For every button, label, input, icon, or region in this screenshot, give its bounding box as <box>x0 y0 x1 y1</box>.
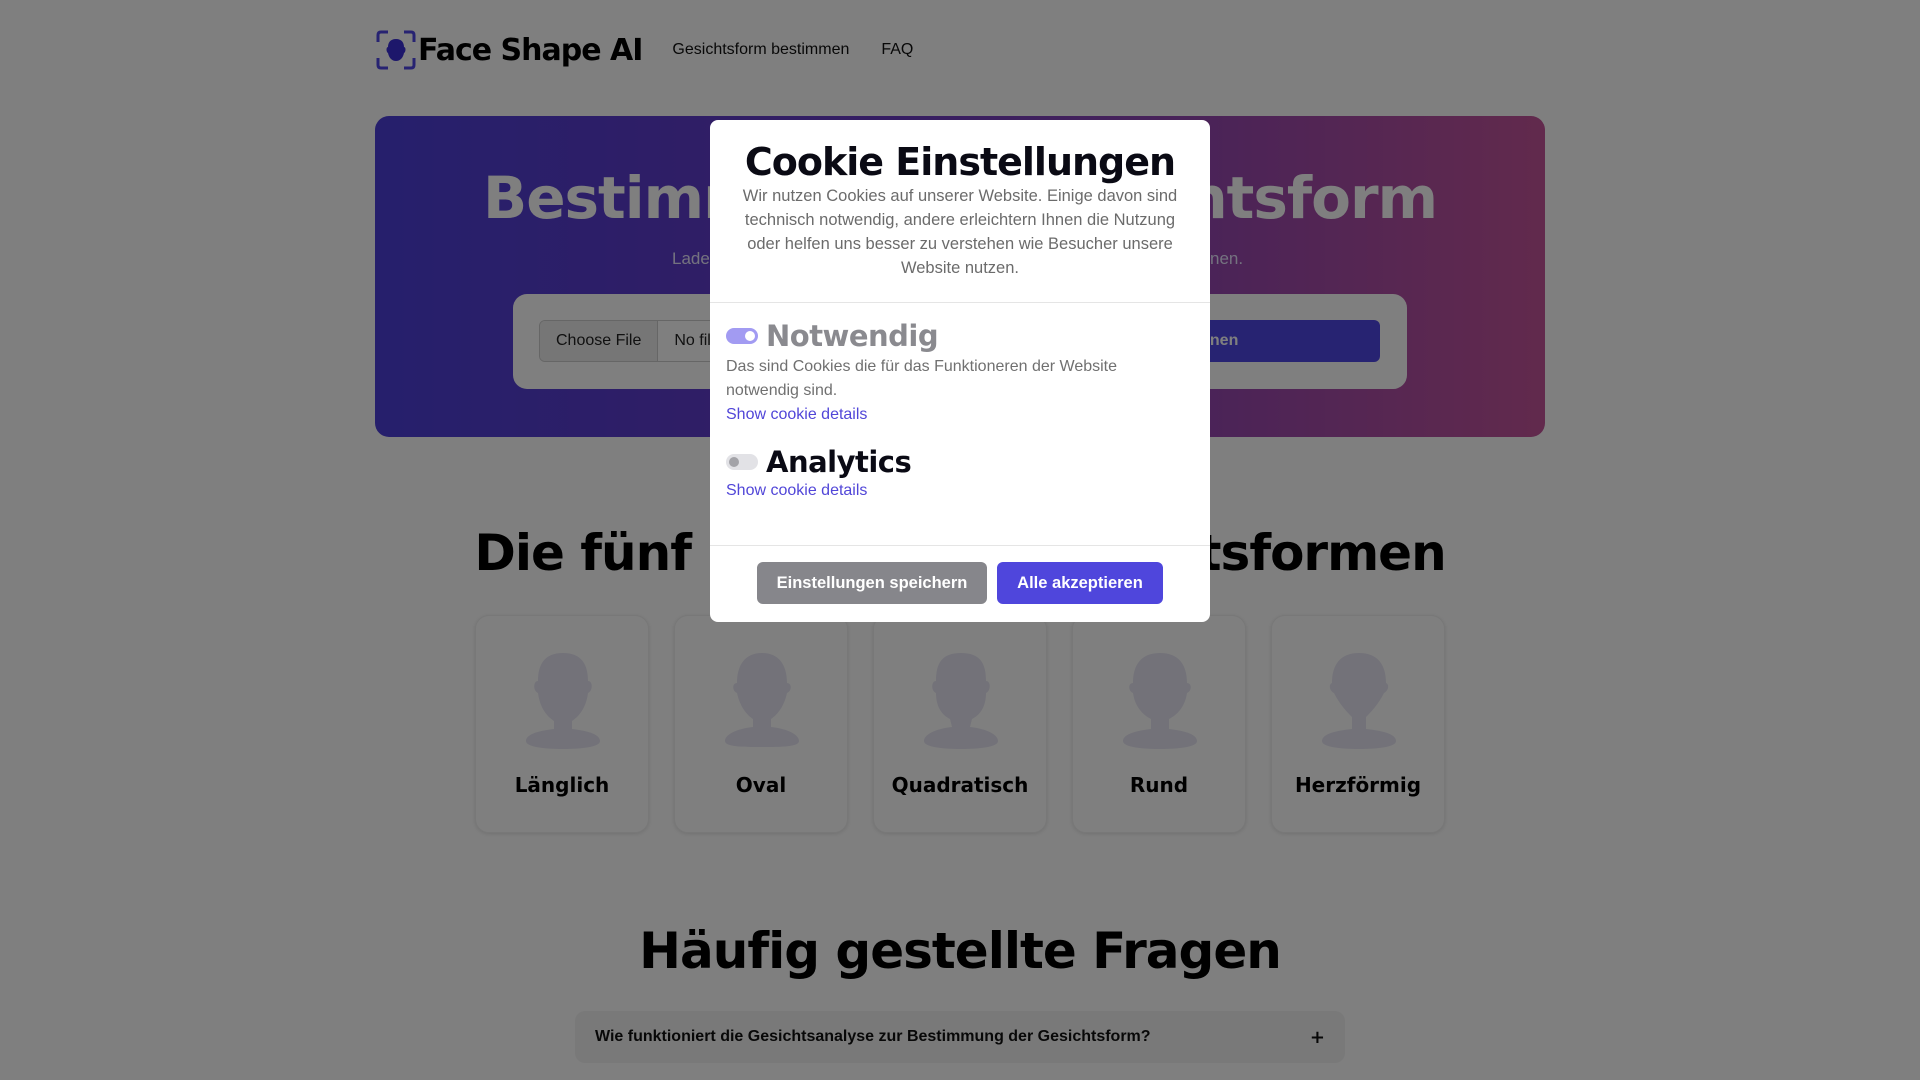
cookie-category-notwendig: Notwendig Das sind Cookies die für das F… <box>726 319 1194 427</box>
cookie-modal-footer: Einstellungen speichern Alle akzeptieren <box>710 546 1210 604</box>
cookie-category-title: Analytics <box>766 445 912 479</box>
accept-all-button[interactable]: Alle akzeptieren <box>997 562 1163 604</box>
show-cookie-details-link[interactable]: Show cookie details <box>726 479 1194 503</box>
toggle-knob <box>729 457 739 467</box>
cookie-category-analytics: Analytics Show cookie details <box>726 445 1194 503</box>
cookie-settings-modal: Cookie Einstellungen Wir nutzen Cookies … <box>710 120 1210 622</box>
show-cookie-details-link[interactable]: Show cookie details <box>726 403 1194 427</box>
cookie-categories: Notwendig Das sind Cookies die für das F… <box>710 303 1210 546</box>
cookie-category-title: Notwendig <box>766 319 939 353</box>
cookie-category-header: Analytics <box>726 445 1194 479</box>
notwendig-toggle[interactable] <box>726 328 758 344</box>
toggle-knob <box>745 331 755 341</box>
cookie-category-description: Das sind Cookies die für das Funktionere… <box>726 358 1118 399</box>
cookie-modal-description: Wir nutzen Cookies auf unserer Website. … <box>742 187 1178 277</box>
save-settings-button[interactable]: Einstellungen speichern <box>757 562 987 604</box>
cookie-category-header: Notwendig <box>726 319 1194 353</box>
analytics-toggle[interactable] <box>726 454 758 470</box>
cookie-modal-header: Cookie Einstellungen Wir nutzen Cookies … <box>710 120 1210 303</box>
page: Face Shape AI Gesichtsform bestimmen FAQ… <box>0 0 1920 1080</box>
cookie-modal-title: Cookie Einstellungen <box>744 140 1176 184</box>
